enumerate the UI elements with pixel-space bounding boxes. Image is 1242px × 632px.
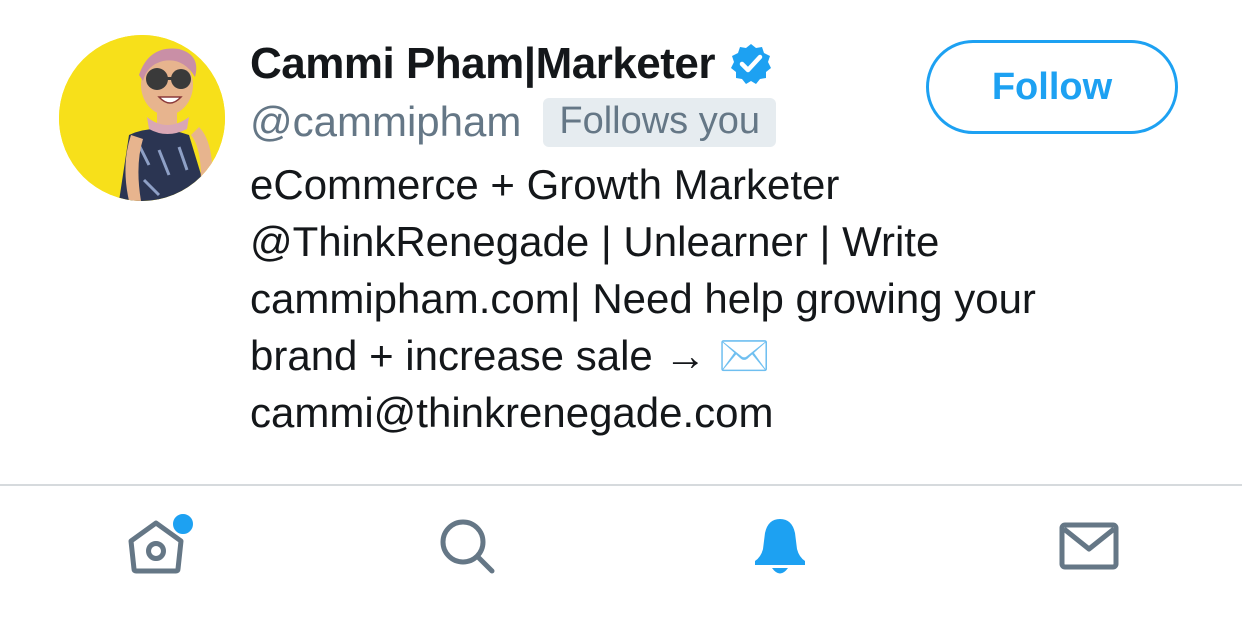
handle-row: @cammipham Follows you bbox=[250, 96, 776, 148]
bio-email-link[interactable]: cammi@thinkrenegade.com bbox=[250, 384, 1220, 441]
bio-line: eCommerce + Growth Marketer bbox=[250, 161, 840, 208]
bio: eCommerce + Growth Marketer @ThinkRenega… bbox=[250, 156, 1220, 441]
follows-you-badge: Follows you bbox=[543, 97, 776, 147]
avatar[interactable] bbox=[59, 35, 225, 201]
bio-line: @ThinkRenegade | Unlearner | Write bbox=[250, 213, 1220, 270]
bio-line: brand + increase sale → ✉️ bbox=[250, 327, 1220, 384]
handle[interactable]: @cammipham bbox=[250, 98, 521, 146]
bottom-tab-bar bbox=[0, 486, 1242, 632]
verified-badge-icon bbox=[729, 42, 773, 86]
bell-icon bbox=[755, 519, 805, 574]
bio-mention-link[interactable]: @ThinkRenegade | Unlearner | Write bbox=[250, 218, 939, 265]
tab-notifications[interactable] bbox=[740, 506, 820, 586]
tab-search[interactable] bbox=[427, 506, 507, 586]
new-content-dot bbox=[171, 512, 195, 536]
bio-text: brand + increase sale → bbox=[250, 332, 707, 379]
display-name[interactable]: Cammi Pham|Marketer bbox=[250, 39, 716, 89]
envelope-icon bbox=[1059, 522, 1119, 570]
follow-button[interactable]: Follow bbox=[926, 40, 1178, 134]
bio-line: cammipham.com| Need help growing your bbox=[250, 275, 1036, 322]
search-icon bbox=[440, 519, 495, 574]
tab-messages[interactable] bbox=[1049, 506, 1129, 586]
avatar-photo bbox=[59, 35, 225, 201]
profile-card: Cammi Pham|Marketer @cammipham Follows y… bbox=[0, 0, 1242, 484]
envelope-emoji-icon: ✉️ bbox=[718, 331, 771, 380]
name-row: Cammi Pham|Marketer bbox=[250, 38, 773, 90]
